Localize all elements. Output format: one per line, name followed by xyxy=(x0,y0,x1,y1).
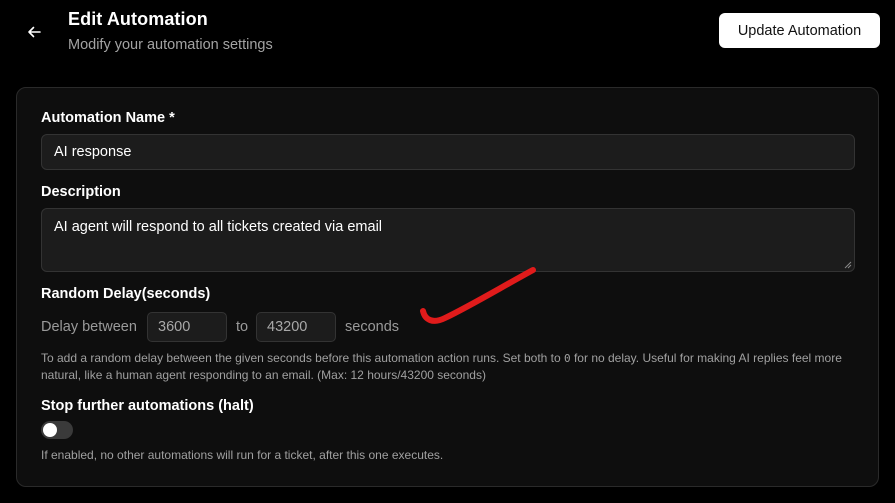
random-delay-help: To add a random delay between the given … xyxy=(41,351,842,382)
resize-grip-icon[interactable] xyxy=(844,261,852,269)
random-delay-label: Random Delay(seconds) xyxy=(41,286,211,302)
page-title: Edit Automation xyxy=(68,9,208,29)
description-label: Description xyxy=(41,184,121,200)
delay-min-input[interactable]: 3600 xyxy=(147,312,227,342)
delay-max-input[interactable]: 43200 xyxy=(256,312,336,342)
automation-name-label: Automation Name * xyxy=(41,110,175,126)
delay-joiner: to xyxy=(236,319,249,335)
description-textarea[interactable]: AI agent will respond to all tickets cre… xyxy=(41,208,855,272)
halt-label: Stop further automations (halt) xyxy=(41,398,254,414)
automation-form-card: Automation Name * AI response Descriptio… xyxy=(16,87,879,487)
zero-code: 0 xyxy=(564,352,571,365)
description-text: AI agent will respond to all tickets cre… xyxy=(54,219,383,235)
delay-suffix: seconds xyxy=(345,319,400,335)
edit-automation-page: Edit Automation Modify your automation s… xyxy=(0,0,895,503)
halt-help: If enabled, no other automations will ru… xyxy=(41,448,444,462)
automation-name-input[interactable]: AI response xyxy=(41,134,855,170)
back-button[interactable] xyxy=(22,20,46,44)
toggle-knob xyxy=(43,423,57,437)
page-subtitle: Modify your automation settings xyxy=(68,37,273,53)
arrow-left-icon xyxy=(28,26,41,38)
delay-prefix: Delay between xyxy=(41,319,137,335)
halt-toggle[interactable] xyxy=(41,421,73,439)
update-automation-button[interactable]: Update Automation xyxy=(719,13,880,48)
